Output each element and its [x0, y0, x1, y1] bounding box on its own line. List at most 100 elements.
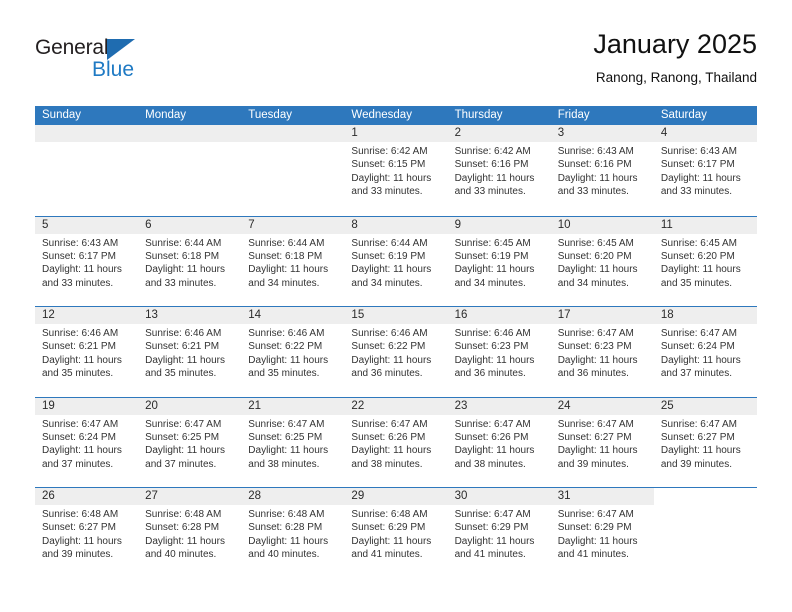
daylight-text-line1: Daylight: 11 hours [454, 535, 535, 547]
day-number: 13 [145, 309, 158, 321]
day-details: Sunrise: 6:42 AM Sunset: 6:16 PM Daylight:… [455, 145, 548, 199]
day-cell[interactable]: 6 Sunrise: 6:44 AM Sunset: 6:18 PM Daylight… [138, 217, 241, 307]
day-cell[interactable]: 20 Sunrise: 6:47 AM Sunset: 6:25 PM Dayligh… [138, 398, 241, 488]
day-number: 20 [145, 399, 158, 412]
day-details: Sunrise: 6:43 AM Sunset: 6:17 PM Daylight:… [661, 145, 754, 199]
daylight-text-line2: and 36 minutes. [557, 368, 629, 380]
sunset-text: Sunset: 6:22 PM [248, 341, 323, 353]
daylight-text-line1: Daylight: 11 hours [42, 535, 122, 547]
sunrise-text: Sunrise: 6:43 AM [557, 146, 634, 157]
daylight-text-line2: and 35 minutes. [248, 368, 320, 380]
sunset-text: Sunset: 6:28 PM [248, 522, 323, 534]
sunset-text: Sunset: 6:22 PM [351, 341, 426, 353]
daylight-text-line1: Daylight: 11 hours [557, 535, 638, 547]
day-cell[interactable]: 15 Sunrise: 6:46 AM Sunset: 6:22 PM Dayligh… [344, 307, 447, 397]
day-cell[interactable]: 16 Sunrise: 6:46 AM Sunset: 6:23 PM Dayligh… [448, 307, 551, 397]
weeks-container: 1 Sunrise: 6:42 AM Sunset: 6:15 PM Daylight… [35, 125, 757, 578]
day-cell[interactable]: 12 Sunrise: 6:46 AM Sunset: 6:21 PM Dayligh… [35, 307, 138, 397]
day-number: 26 [42, 490, 55, 502]
sunrise-text: Sunrise: 6:48 AM [351, 509, 428, 520]
day-cell[interactable]: 7 Sunrise: 6:44 AM Sunset: 6:18 PM Daylight… [241, 217, 344, 307]
daylight-text-line2: and 33 minutes. [145, 277, 217, 289]
day-cell[interactable]: 21 Sunrise: 6:47 AM Sunset: 6:25 PM Dayligh… [241, 398, 344, 488]
daylight-text-line2: and 35 minutes. [145, 368, 217, 380]
day-cell[interactable]: 8 Sunrise: 6:44 AM Sunset: 6:19 PM Daylight… [344, 217, 447, 307]
daylight-text-line1: Daylight: 11 hours [557, 172, 638, 184]
sunset-text: Sunset: 6:16 PM [557, 159, 632, 171]
page-subtitle: Ranong, Ranong, Thailand [595, 70, 757, 85]
day-cell[interactable]: 3 Sunrise: 6:43 AM Sunset: 6:16 PM Daylight… [551, 125, 654, 216]
day-details: Sunrise: 6:47 AM Sunset: 6:23 PM Daylight:… [558, 327, 651, 381]
day-number: 5 [42, 218, 49, 231]
day-cell[interactable]: 23 Sunrise: 6:47 AM Sunset: 6:26 PM Dayligh… [448, 398, 551, 488]
day-cell[interactable]: 4 Sunrise: 6:43 AM Sunset: 6:17 PM Daylight… [654, 125, 757, 216]
daylight-text-line2: and 35 minutes. [42, 368, 114, 380]
day-details: Sunrise: 6:48 AM Sunset: 6:28 PM Daylight:… [145, 508, 238, 562]
day-cell[interactable]: 17 Sunrise: 6:47 AM Sunset: 6:23 PM Dayligh… [551, 307, 654, 397]
sunrise-text: Sunrise: 6:44 AM [248, 237, 325, 249]
sunset-text: Sunset: 6:23 PM [454, 341, 529, 353]
day-number: 29 [351, 490, 365, 502]
sunrise-text: Sunrise: 6:46 AM [145, 328, 222, 339]
daylight-text-line1: Daylight: 11 hours [454, 264, 535, 276]
daylight-text-line1: Daylight: 11 hours [660, 172, 741, 184]
day-cell[interactable]: 19 Sunrise: 6:47 AM Sunset: 6:24 PM Dayligh… [35, 398, 138, 488]
day-cell[interactable]: 10 Sunrise: 6:45 AM Sunset: 6:20 PM Dayligh… [551, 217, 654, 307]
day-cell[interactable]: 14 Sunrise: 6:46 AM Sunset: 6:22 PM Dayligh… [241, 307, 344, 397]
day-cell[interactable]: 27 Sunrise: 6:48 AM Sunset: 6:28 PM Dayligh… [138, 488, 241, 578]
day-details: Sunrise: 6:47 AM Sunset: 6:26 PM Daylight:… [455, 418, 548, 472]
sunset-text: Sunset: 6:29 PM [454, 522, 529, 534]
day-number: 25 [660, 399, 674, 412]
sunrise-text: Sunrise: 6:47 AM [557, 509, 634, 520]
day-cell[interactable]: 28 Sunrise: 6:48 AM Sunset: 6:28 PM Dayligh… [241, 488, 344, 578]
daylight-text-line2: and 34 minutes. [248, 277, 320, 289]
day-number: 2 [454, 127, 461, 139]
day-cell[interactable]: 1 Sunrise: 6:42 AM Sunset: 6:15 PM Daylight… [344, 125, 447, 216]
daylight-text-line2: and 36 minutes. [454, 368, 526, 380]
triangle-icon [107, 39, 135, 60]
day-cell[interactable]: 5 Sunrise: 6:43 AM Sunset: 6:17 PM Daylight… [35, 217, 138, 307]
sunrise-text: Sunrise: 6:43 AM [42, 237, 119, 249]
day-details: Sunrise: 6:48 AM Sunset: 6:29 PM Daylight:… [351, 508, 444, 562]
day-number: 28 [248, 490, 262, 502]
daylight-text-line2: and 37 minutes. [660, 368, 733, 380]
day-cell[interactable]: 25 Sunrise: 6:47 AM Sunset: 6:27 PM Dayligh… [654, 398, 757, 488]
sunset-text: Sunset: 6:18 PM [145, 250, 220, 262]
logo-text-general: General [35, 36, 109, 59]
day-details: Sunrise: 6:43 AM Sunset: 6:16 PM Daylight:… [558, 145, 651, 199]
day-cell[interactable]: 11 Sunrise: 6:45 AM Sunset: 6:20 PM Dayligh… [654, 217, 757, 307]
day-number: 4 [660, 127, 668, 139]
daylight-text-line1: Daylight: 11 hours [351, 264, 432, 276]
week-cells: 1 Sunrise: 6:42 AM Sunset: 6:15 PM Daylight… [35, 125, 757, 216]
sunset-text: Sunset: 6:27 PM [660, 431, 735, 443]
sunset-text: Sunset: 6:19 PM [454, 250, 529, 262]
daylight-text-line2: and 36 minutes. [351, 368, 423, 380]
day-number: 16 [454, 309, 468, 321]
day-cell[interactable]: 9 Sunrise: 6:45 AM Sunset: 6:19 PM Daylight… [448, 217, 551, 307]
daylight-text-line1: Daylight: 11 hours [248, 445, 329, 457]
daylight-text-line2: and 33 minutes. [660, 186, 733, 198]
day-cell[interactable]: 26 Sunrise: 6:48 AM Sunset: 6:27 PM Dayligh… [35, 488, 138, 578]
day-cell[interactable]: 24 Sunrise: 6:47 AM Sunset: 6:27 PM Dayligh… [551, 398, 654, 488]
week-row: 19 Sunrise: 6:47 AM Sunset: 6:24 PM Dayligh… [35, 396, 757, 488]
day-details: Sunrise: 6:47 AM Sunset: 6:27 PM Daylight:… [558, 418, 651, 472]
day-details: Sunrise: 6:47 AM Sunset: 6:27 PM Daylight:… [661, 418, 754, 472]
day-number: 14 [248, 309, 262, 321]
sunrise-text: Sunrise: 6:47 AM [557, 328, 634, 339]
day-cell[interactable]: 13 Sunrise: 6:46 AM Sunset: 6:21 PM Dayligh… [138, 307, 241, 397]
day-cell[interactable]: 2 Sunrise: 6:42 AM Sunset: 6:16 PM Daylight… [448, 125, 551, 216]
day-number: 31 [557, 490, 571, 502]
day-cell[interactable]: 31 Sunrise: 6:47 AM Sunset: 6:29 PM Dayligh… [551, 488, 654, 578]
day-cell[interactable]: 30 Sunrise: 6:47 AM Sunset: 6:29 PM Dayligh… [448, 488, 551, 578]
day-cell[interactable]: 18 Sunrise: 6:47 AM Sunset: 6:24 PM Dayligh… [654, 307, 757, 397]
day-cell[interactable]: 29 Sunrise: 6:48 AM Sunset: 6:29 PM Dayligh… [344, 488, 447, 578]
sunset-text: Sunset: 6:17 PM [42, 250, 116, 262]
daylight-text-line1: Daylight: 11 hours [248, 264, 329, 276]
day-cell[interactable]: 22 Sunrise: 6:47 AM Sunset: 6:26 PM Dayligh… [344, 398, 447, 488]
daylight-text-line1: Daylight: 11 hours [351, 445, 432, 457]
day-cell-empty [138, 125, 241, 216]
general-blue-logo[interactable]: General Blue [35, 36, 155, 84]
day-number: 27 [145, 490, 158, 502]
daylight-text-line2: and 37 minutes. [42, 458, 114, 470]
daylight-text-line2: and 33 minutes. [557, 186, 629, 198]
